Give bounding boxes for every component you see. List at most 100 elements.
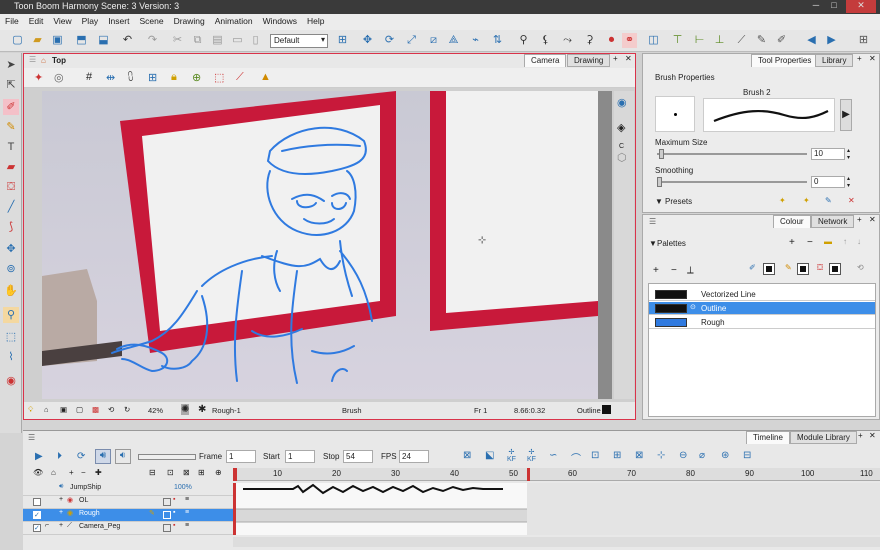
add-layer-icon[interactable]: + — [69, 468, 74, 477]
stop-input[interactable]: 54 — [343, 450, 373, 463]
drawing-sub-icon[interactable]: ⊛ — [721, 450, 729, 461]
wave-icon[interactable]: ⊠ — [183, 468, 190, 477]
lock-icon[interactable]: 🔒︎ — [171, 71, 177, 84]
shade-icon[interactable]: ▲ — [260, 71, 271, 83]
play-selection-icon[interactable]: ⏵ — [57, 451, 62, 462]
next-icon[interactable]: ▶ — [824, 33, 839, 48]
copy-icon[interactable]: ⧉ — [190, 33, 205, 48]
camera-c-icon[interactable]: C — [619, 143, 624, 150]
add-tab-icon[interactable]: + — [613, 54, 618, 63]
rename-preset-icon[interactable]: ✎ — [825, 196, 832, 205]
close-panel-icon[interactable]: ✕ — [625, 54, 632, 63]
brush-stroke-preview[interactable] — [703, 98, 835, 132]
smoothing-stepper-icon[interactable]: ▴ ▾ — [847, 175, 850, 189]
remove-keyframe-icon[interactable]: ✢ KF — [527, 448, 536, 463]
add-tab-icon[interactable]: + — [858, 431, 863, 440]
volume-slider[interactable] — [138, 454, 196, 460]
pen-colour-icon[interactable]: ✐ — [749, 263, 756, 272]
max-size-slider-handle[interactable] — [659, 149, 664, 159]
line-tool-icon[interactable]: ╱ — [3, 199, 19, 215]
timeline-cells[interactable] — [233, 483, 880, 535]
add-tab-icon[interactable]: + — [857, 215, 862, 224]
remove-layer-icon[interactable]: − — [81, 468, 86, 477]
menu-edit[interactable]: Edit — [24, 14, 49, 28]
menu-icon[interactable]: ☰ — [28, 433, 35, 442]
transform-tool-icon[interactable]: ✥ — [3, 241, 19, 257]
layer-row-camera-peg[interactable]: ✓ ⌐ + ⟋ Camera_Peg ▪ ≡ — [23, 522, 233, 535]
timeline-scrollbar[interactable] — [233, 537, 880, 547]
insert-keyframe-icon[interactable]: ⬕ — [485, 450, 494, 461]
pencil-tool-icon[interactable]: ✎ — [3, 119, 19, 135]
layer-props-icon[interactable]: ✚ — [95, 468, 102, 477]
layers-icon[interactable]: ◈ — [617, 121, 625, 134]
import-icon[interactable]: ⬒ — [74, 33, 89, 48]
sun-icon[interactable]: ✺ — [181, 404, 190, 415]
start-input[interactable]: 1 — [285, 450, 315, 463]
onion-range-icon[interactable]: ⊖ — [679, 450, 687, 461]
safe-area-icon[interactable]: ▢ — [76, 405, 83, 414]
add-palette-icon[interactable]: + — [789, 237, 795, 248]
eye-icon[interactable]: ◉ — [617, 96, 627, 109]
redo-icon[interactable]: ↷ — [145, 33, 160, 48]
remove-palette-icon[interactable]: − — [807, 237, 813, 248]
rotate-icon[interactable]: ⟳ — [382, 33, 397, 48]
lock-icon[interactable]: ▪ — [173, 509, 175, 516]
pivot-icon[interactable]: ⊞ — [148, 71, 157, 84]
mirror-icon[interactable]: ⇹ — [106, 71, 115, 84]
menu-drawing[interactable]: Drawing — [169, 14, 210, 28]
pen-colour-swatch[interactable] — [763, 263, 775, 275]
transform-icon[interactable]: ✥ — [360, 33, 375, 48]
layer-props-icon[interactable]: ⊠ — [635, 450, 643, 461]
tab-library[interactable]: Library — [815, 54, 854, 67]
scale-timeline-icon[interactable]: ⊞ — [198, 468, 205, 477]
line-style-icon[interactable]: ⟋ — [236, 71, 244, 84]
frame-input[interactable]: 1 — [226, 450, 256, 463]
sound-scrub-icon[interactable]: 🔉︎ — [115, 449, 131, 464]
presets-toggle-icon[interactable]: ▼ — [655, 197, 663, 206]
pencil-colour-swatch[interactable] — [797, 263, 809, 275]
import-preset-icon[interactable]: ✦ — [803, 196, 810, 205]
rotate-view-icon[interactable]: ↻ — [124, 405, 130, 414]
home-icon[interactable]: ⌂ — [41, 56, 46, 65]
pencil-colour-icon[interactable]: ✎ — [785, 263, 792, 272]
paste-icon[interactable]: ▤ — [210, 33, 225, 48]
palettes-toggle-icon[interactable]: ▼ — [649, 239, 657, 248]
add-tab-icon[interactable]: + — [857, 54, 862, 63]
duplicate-icon[interactable]: ▯ — [248, 33, 263, 48]
add-keyframe-icon[interactable]: ✢ KF — [507, 448, 516, 463]
save-icon[interactable]: ▣ — [50, 33, 65, 48]
gear-icon[interactable]: ✱ — [198, 404, 206, 415]
collapse-icon[interactable]: ⊟ — [149, 468, 156, 477]
layer-colour-icon[interactable] — [163, 511, 171, 519]
new-preset-icon[interactable]: ✦ — [779, 196, 786, 205]
menu-icon[interactable]: ☰ — [649, 217, 656, 226]
previous-icon[interactable]: ◀ — [804, 33, 819, 48]
layer-colour-icon[interactable] — [163, 524, 171, 532]
eraser-icon[interactable]: ▰ — [3, 159, 19, 175]
new-icon[interactable]: ▢ — [10, 33, 25, 48]
cutter-icon[interactable]: ⊚ — [3, 261, 19, 277]
tab-colour[interactable]: Colour — [773, 215, 811, 228]
swatch-row-rough[interactable]: Rough — [649, 316, 875, 329]
paint-colour-icon[interactable]: ⛋ — [817, 263, 823, 273]
close-panel-icon[interactable]: ✕ — [869, 54, 876, 63]
brush-next-icon[interactable]: ▶ — [840, 99, 852, 131]
menu-animation[interactable]: Animation — [210, 14, 258, 28]
menu-play[interactable]: Play — [77, 14, 104, 28]
zoom-tool-icon[interactable]: ⚲ — [3, 307, 19, 323]
outline-icon[interactable]: ⬚ — [214, 71, 224, 84]
expand-icon[interactable]: + — [59, 509, 63, 516]
drawing-canvas[interactable]: ⊹ — [42, 91, 612, 399]
create-keyframe-icon[interactable]: ⊠ — [463, 450, 471, 461]
shape-icon[interactable]: ⌂ — [44, 405, 49, 414]
light-icon[interactable]: 💡︎ — [28, 405, 33, 415]
palette-down-icon[interactable]: ↓ — [857, 237, 861, 246]
expand-icon[interactable]: + — [59, 496, 63, 503]
workspace-icon[interactable]: ⊞ — [335, 33, 350, 48]
menu-help[interactable]: Help — [302, 14, 329, 28]
folder-icon[interactable]: ▬ — [824, 237, 832, 246]
smoothing-value[interactable]: 0 — [811, 176, 845, 188]
colour-swatch-icon[interactable]: ◉ — [3, 373, 19, 389]
layer-checkbox[interactable]: ✓ — [33, 511, 41, 519]
onion-icon[interactable]: ⩇ — [128, 71, 133, 84]
